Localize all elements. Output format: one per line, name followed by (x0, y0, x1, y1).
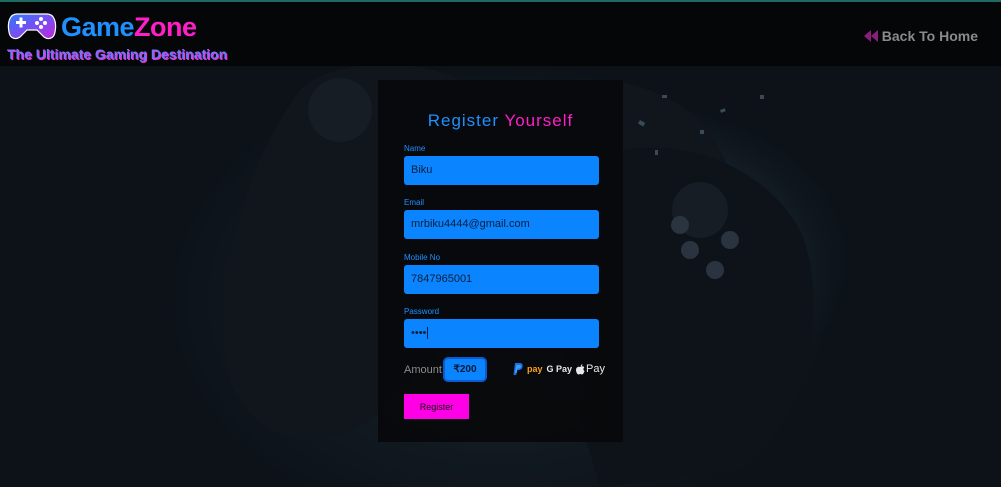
apple-pay: Pay (576, 363, 605, 375)
top-navbar: GameZone The Ultimate Gaming Destination… (0, 0, 1001, 66)
apple-icon (576, 363, 585, 374)
gamepad-icon (7, 13, 57, 40)
register-form-card: Register Yourself Name Biku Email mrbiku… (378, 80, 623, 442)
email-label: Email (404, 198, 425, 207)
brand-part-zone: Zone (134, 12, 197, 42)
payment-methods: pay G Pay Pay (513, 362, 605, 376)
back-to-home-link[interactable]: Back To Home (863, 28, 978, 44)
register-button[interactable]: Register (404, 394, 469, 419)
mobile-input[interactable]: 7847965001 (404, 265, 599, 294)
password-input[interactable]: •••• (404, 319, 599, 348)
tagline: The Ultimate Gaming Destination (7, 46, 228, 62)
google-pay-text: G Pay (546, 364, 573, 374)
brand-part-game: Game (61, 12, 135, 42)
form-title: Register Yourself (378, 111, 623, 131)
double-chevron-left-icon (863, 30, 878, 42)
apple-pay-text: Pay (586, 363, 605, 375)
brand-logo[interactable]: GameZone (61, 12, 197, 43)
page: GameZone The Ultimate Gaming Destination… (0, 0, 1001, 487)
mobile-label: Mobile No (404, 253, 441, 262)
email-input[interactable]: mrbiku4444@gmail.com (404, 210, 599, 239)
password-value: •••• (411, 327, 427, 339)
amount-value[interactable]: ₹200 (445, 359, 485, 380)
form-title-part1: Register (427, 111, 500, 130)
name-label: Name (404, 144, 426, 153)
name-input[interactable]: Biku (404, 156, 599, 185)
back-to-home-label: Back To Home (881, 28, 978, 44)
paypal-icon (513, 363, 523, 375)
password-label: Password (404, 307, 440, 316)
amount-label: Amount: (404, 364, 445, 376)
amazon-pay-text: pay (527, 363, 543, 374)
text-caret (427, 327, 429, 340)
form-title-part2: Yourself (504, 111, 574, 130)
